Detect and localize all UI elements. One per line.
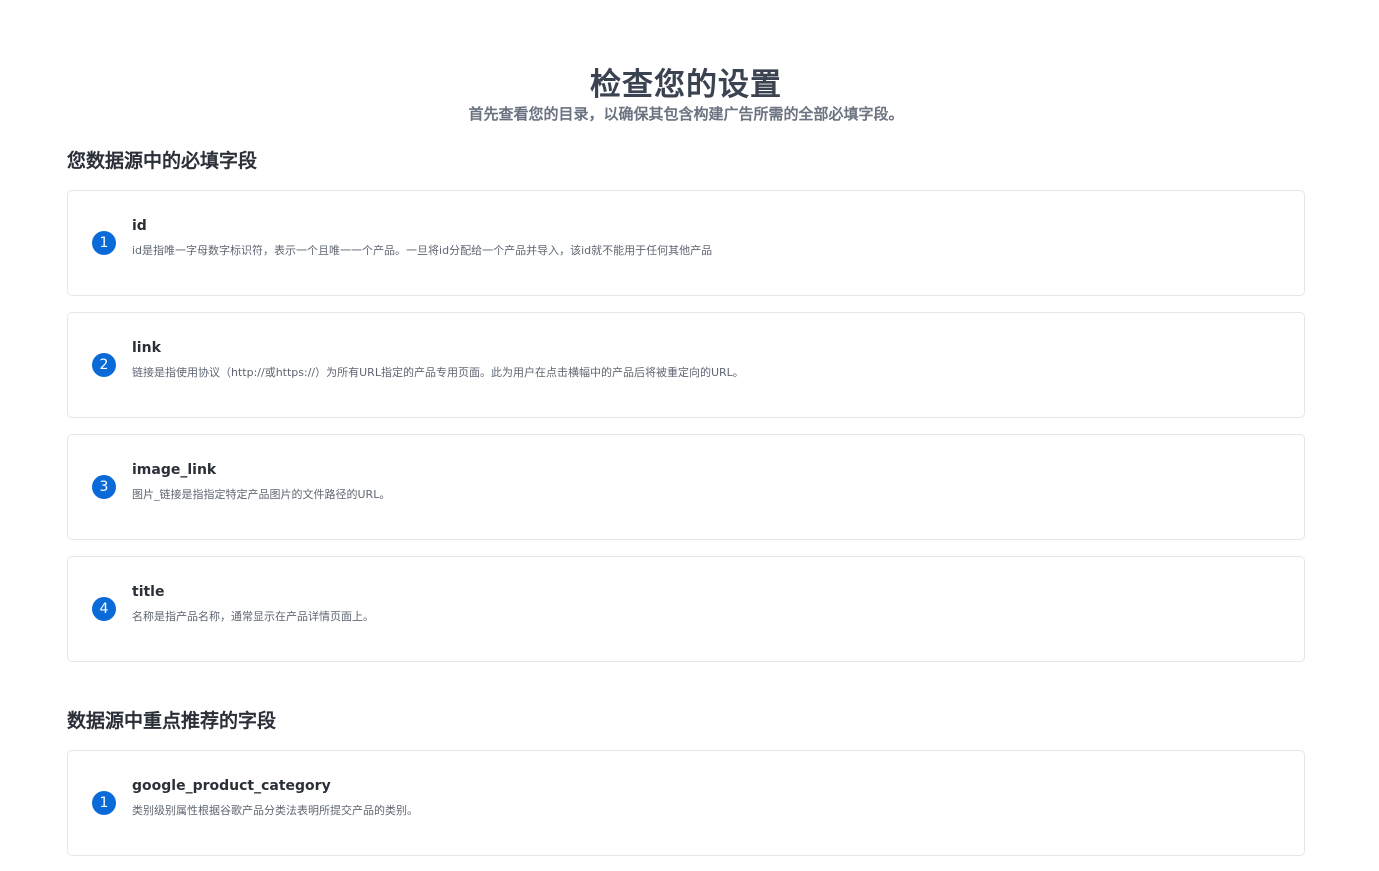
- setup-review-page: 检查您的设置 首先查看您的目录，以确保其包含构建广告所需的全部必填字段。 您数据…: [0, 0, 1379, 871]
- field-card-body: id id是指唯一字母数字标识符，表示一个且唯一一个产品。一旦将id分配给一个产…: [132, 216, 1284, 259]
- field-name: link: [132, 340, 161, 356]
- step-number-badge: 1: [92, 791, 116, 815]
- step-number-badge: 3: [92, 475, 116, 499]
- page-title: 检查您的设置: [590, 67, 782, 103]
- field-name: google_product_category: [132, 778, 331, 794]
- field-card-body: image_link 图片_链接是指指定特定产品图片的文件路径的URL。: [132, 460, 1284, 503]
- field-description: 类别级别属性根据谷歌产品分类法表明所提交产品的类别。: [132, 804, 418, 817]
- field-card-body: link 链接是指使用协议（http://或https://）为所有URL指定的…: [132, 338, 1284, 381]
- required-fields-list: 1 id id是指唯一字母数字标识符，表示一个且唯一一个产品。一旦将id分配给一…: [67, 190, 1305, 662]
- field-card-google-product-category: 1 google_product_category 类别级别属性根据谷歌产品分类…: [67, 750, 1305, 856]
- field-card-id: 1 id id是指唯一字母数字标识符，表示一个且唯一一个产品。一旦将id分配给一…: [67, 190, 1305, 296]
- required-fields-heading: 您数据源中的必填字段: [67, 150, 258, 172]
- recommended-fields-heading: 数据源中重点推荐的字段: [67, 710, 277, 732]
- recommended-fields-list: 1 google_product_category 类别级别属性根据谷歌产品分类…: [67, 750, 1305, 856]
- step-number-badge: 1: [92, 231, 116, 255]
- field-card-title: 4 title 名称是指产品名称，通常显示在产品详情页面上。: [67, 556, 1305, 662]
- field-name: id: [132, 218, 147, 234]
- field-card-body: title 名称是指产品名称，通常显示在产品详情页面上。: [132, 582, 1284, 625]
- field-card-image-link: 3 image_link 图片_链接是指指定特定产品图片的文件路径的URL。: [67, 434, 1305, 540]
- step-number-badge: 4: [92, 597, 116, 621]
- field-description: 图片_链接是指指定特定产品图片的文件路径的URL。: [132, 488, 391, 501]
- field-name: title: [132, 584, 165, 600]
- page-subtitle: 首先查看您的目录，以确保其包含构建广告所需的全部必填字段。: [468, 105, 904, 123]
- step-number-badge: 2: [92, 353, 116, 377]
- field-description: id是指唯一字母数字标识符，表示一个且唯一一个产品。一旦将id分配给一个产品并导…: [132, 244, 713, 257]
- page-header: 检查您的设置 首先查看您的目录，以确保其包含构建广告所需的全部必填字段。: [67, 0, 1305, 124]
- field-name: image_link: [132, 462, 217, 478]
- field-description: 名称是指产品名称，通常显示在产品详情页面上。: [132, 610, 374, 623]
- field-card-body: google_product_category 类别级别属性根据谷歌产品分类法表…: [132, 776, 1284, 819]
- field-description: 链接是指使用协议（http://或https://）为所有URL指定的产品专用页…: [132, 366, 744, 379]
- field-card-link: 2 link 链接是指使用协议（http://或https://）为所有URL指…: [67, 312, 1305, 418]
